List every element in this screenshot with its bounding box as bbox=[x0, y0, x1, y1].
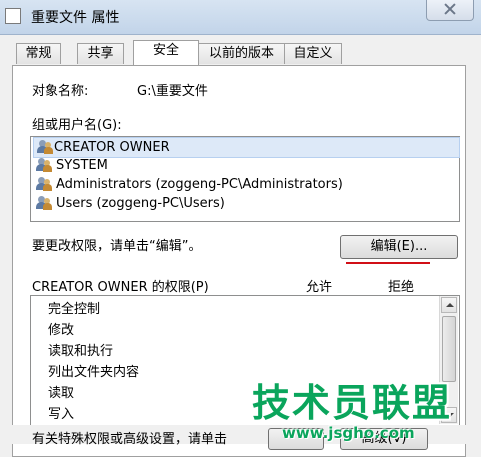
close-button[interactable] bbox=[426, 0, 474, 21]
window-title: 重要文件 属性 bbox=[31, 10, 120, 26]
object-name-label: 对象名称: bbox=[32, 84, 89, 99]
special-permissions-hint: 有关特殊权限或高级设置，请单击 bbox=[32, 432, 228, 447]
groups-label: 组或用户名(G): bbox=[32, 118, 122, 133]
tab-security-label: 安全 bbox=[152, 43, 179, 58]
user-name: CREATOR OWNER bbox=[54, 140, 170, 155]
user-name: Administrators (zoggeng-PC\Administrator… bbox=[56, 177, 343, 192]
user-group-icon bbox=[36, 158, 52, 172]
scroll-up-button[interactable] bbox=[441, 297, 457, 313]
tab-general[interactable]: 常规 bbox=[16, 43, 61, 64]
change-hint: 要更改权限，请单击“编辑”。 bbox=[32, 239, 202, 254]
window-icon bbox=[5, 8, 21, 24]
permissions-header: CREATOR OWNER 的权限(P) bbox=[32, 280, 209, 295]
user-name: Users (zoggeng-PC\Users) bbox=[56, 196, 225, 211]
highlight-underline bbox=[346, 262, 430, 264]
permission-row: 修改 bbox=[48, 323, 75, 338]
user-name: SYSTEM bbox=[56, 158, 108, 173]
tab-sharing[interactable]: 共享 bbox=[77, 43, 124, 64]
permission-row: 读取 bbox=[48, 386, 75, 401]
user-group-icon bbox=[37, 140, 53, 154]
watermark-text: 技术员联盟 bbox=[252, 381, 453, 425]
user-group-icon bbox=[36, 177, 52, 191]
deny-column-header: 拒绝 bbox=[388, 280, 415, 295]
tab-previous-versions[interactable]: 以前的版本 bbox=[198, 43, 285, 64]
tab-security[interactable]: 安全 bbox=[133, 40, 199, 69]
permission-row: 完全控制 bbox=[48, 302, 101, 317]
permission-row: 列出文件夹内容 bbox=[48, 365, 140, 380]
permission-row: 写入 bbox=[48, 407, 75, 422]
watermark-url: www.jsgho.com bbox=[282, 424, 415, 442]
list-item[interactable]: CREATOR OWNER bbox=[33, 137, 460, 158]
edit-button[interactable]: 编辑(E)... bbox=[340, 235, 458, 259]
arrow-up-icon bbox=[446, 303, 454, 307]
allow-column-header: 允许 bbox=[306, 280, 333, 295]
user-group-icon bbox=[36, 196, 52, 210]
tab-customize[interactable]: 自定义 bbox=[284, 43, 342, 64]
users-listbox[interactable]: CREATOR OWNER SYSTEM Administrators (zog… bbox=[30, 136, 460, 222]
watermark-logo: 技术员联盟 www.jsgho.com bbox=[252, 372, 474, 444]
title-bar: 重要文件 属性 bbox=[0, 0, 481, 35]
permission-row: 读取和执行 bbox=[48, 344, 114, 359]
object-name-value: G:\重要文件 bbox=[137, 84, 208, 99]
